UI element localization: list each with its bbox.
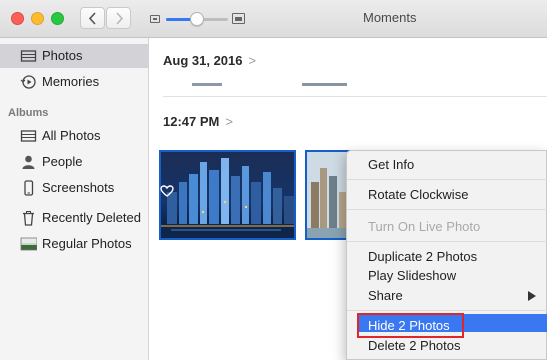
back-button[interactable] (80, 7, 105, 29)
moment-date-header[interactable]: Aug 31, 2016 > (163, 53, 256, 68)
trash-icon (23, 211, 34, 226)
zoom-window-button[interactable] (51, 12, 64, 25)
sidebar-item-label: All Photos (42, 128, 101, 143)
zoom-slider-knob[interactable] (190, 12, 204, 26)
annotation-highlight-box (357, 313, 464, 338)
moment-time-label: 12:47 PM (163, 114, 220, 129)
menu-item-share[interactable]: Share (368, 288, 403, 303)
all-photos-icon (20, 130, 37, 142)
moment-date-label: Aug 31, 2016 (163, 53, 243, 68)
menu-separator (347, 179, 547, 180)
sidebar-item-screenshots[interactable]: Screenshots (0, 176, 149, 200)
chevron-right-icon (116, 12, 124, 25)
sidebar-item-photos[interactable]: Photos (0, 44, 149, 68)
menu-separator (347, 241, 547, 242)
sidebar-item-label: Regular Photos (42, 236, 132, 251)
city-skyline-image (161, 152, 294, 238)
people-icon (22, 155, 35, 169)
forward-button[interactable] (106, 7, 131, 29)
menu-item-play-slideshow[interactable]: Play Slideshow (368, 268, 456, 283)
menu-item-turn-on-live-photo: Turn On Live Photo (368, 219, 481, 234)
divider (163, 96, 547, 97)
menu-separator (347, 209, 547, 210)
memories-icon (20, 75, 36, 89)
chevron-right-icon: > (248, 53, 257, 68)
sidebar-item-memories[interactable]: Memories (0, 70, 149, 94)
screenshots-icon (24, 180, 34, 196)
photo-thumbnail-strip[interactable] (192, 83, 222, 86)
sidebar-item-label: People (42, 154, 83, 169)
sidebar-item-all-photos[interactable]: All Photos (0, 124, 149, 148)
sidebar-item-label: Screenshots (42, 180, 115, 195)
menu-item-get-info[interactable]: Get Info (368, 157, 414, 172)
close-window-button[interactable] (11, 12, 24, 25)
moment-time-header[interactable]: 12:47 PM > (163, 114, 233, 129)
menu-item-delete-photos[interactable]: Delete 2 Photos (368, 338, 461, 353)
menu-separator (347, 310, 547, 311)
menu-item-rotate-clockwise[interactable]: Rotate Clockwise (368, 187, 468, 202)
sidebar: Photos Memories Albums All Photos People… (0, 38, 149, 360)
zoom-in-icon[interactable] (232, 13, 245, 24)
chevron-right-icon: > (225, 114, 233, 129)
sidebar-item-regular-photos[interactable]: Regular Photos (0, 232, 149, 256)
zoom-out-icon[interactable] (150, 15, 160, 23)
albums-header: Albums (8, 107, 49, 119)
window-title: Moments (363, 10, 417, 25)
favorite-heart-icon[interactable] (160, 185, 174, 197)
chevron-left-icon (88, 12, 96, 25)
sidebar-item-label: Memories (42, 74, 100, 89)
minimize-window-button[interactable] (31, 12, 44, 25)
sidebar-item-people[interactable]: People (0, 150, 149, 174)
submenu-arrow-icon (528, 291, 536, 301)
photos-icon (20, 50, 37, 62)
menu-item-duplicate[interactable]: Duplicate 2 Photos (368, 249, 477, 264)
sidebar-item-label: Photos (42, 48, 83, 63)
toolbar: Moments (0, 0, 547, 38)
sidebar-item-recently-deleted[interactable]: Recently Deleted (0, 206, 149, 230)
photo-thumbnail-skyline-night[interactable] (159, 150, 296, 240)
album-thumbnail-icon (20, 237, 37, 251)
sidebar-item-label: Recently Deleted (42, 210, 141, 225)
photo-thumbnail-strip[interactable] (302, 83, 347, 86)
